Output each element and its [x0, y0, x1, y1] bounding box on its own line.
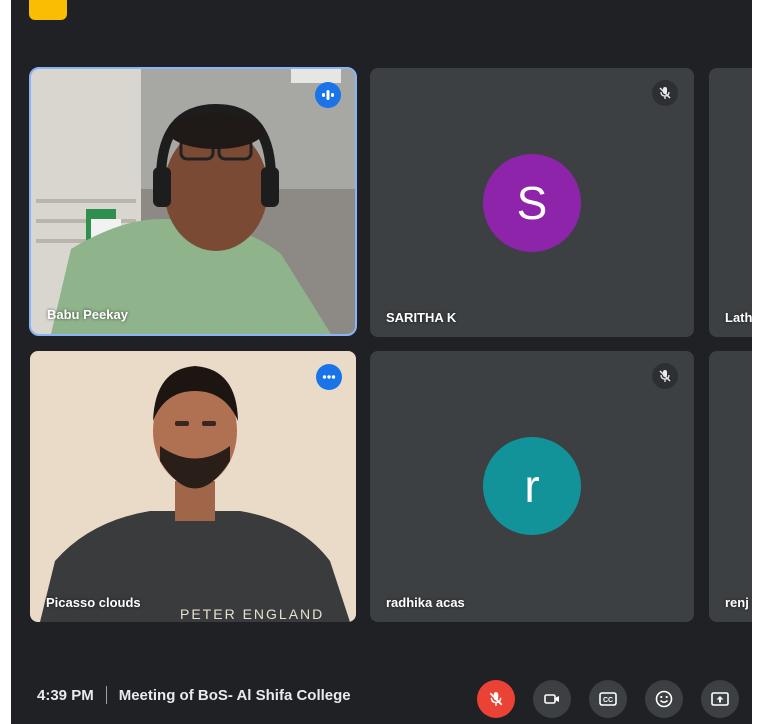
smiley-icon — [655, 690, 673, 708]
video-camera-icon — [544, 694, 559, 704]
present-button[interactable] — [701, 680, 739, 718]
divider — [105, 686, 107, 704]
video-feed: PETER ENGLAND — [30, 351, 356, 622]
participant-tile-lath[interactable]: Lath — [709, 68, 752, 337]
participant-tile-renj[interactable]: renj — [709, 351, 752, 622]
mic-off-icon — [652, 80, 678, 106]
speaking-indicator-icon — [316, 364, 342, 390]
participant-tile-radhika[interactable]: r radhika acas — [370, 351, 694, 622]
participant-tile-saritha[interactable]: S SARITHA K — [370, 68, 694, 337]
participant-name: Lath — [725, 310, 752, 325]
participant-name: renj — [725, 595, 749, 610]
meeting-title: Meeting of BoS- Al Shifa College — [118, 686, 351, 704]
mic-off-button[interactable] — [477, 680, 515, 718]
svg-text:CC: CC — [603, 697, 613, 704]
captions-button[interactable]: CC — [589, 680, 627, 718]
avatar: S — [483, 154, 581, 252]
clock-time: 4:39 PM — [37, 686, 94, 704]
participant-name: Picasso clouds — [46, 595, 141, 610]
closed-captions-icon: CC — [599, 692, 617, 706]
video-feed — [31, 69, 355, 334]
activity-badge[interactable] — [29, 0, 67, 20]
avatar: r — [483, 437, 581, 535]
present-screen-icon — [711, 692, 729, 706]
participant-name: Babu Peekay — [47, 307, 128, 322]
mic-off-icon — [652, 363, 678, 389]
mic-off-icon — [489, 692, 503, 706]
camera-button[interactable] — [533, 680, 571, 718]
meet-window: Babu Peekay S SARITHA K Lath PETER ENGLA… — [11, 0, 752, 724]
speaking-indicator-icon — [315, 82, 341, 108]
participant-tile-picasso[interactable]: PETER ENGLAND Picasso clouds — [30, 351, 356, 622]
bottom-control-bar: 4:39 PM Meeting of BoS- Al Shifa College… — [11, 666, 752, 724]
participant-tile-babu[interactable]: Babu Peekay — [29, 67, 357, 336]
shirt-print-text: PETER ENGLAND — [180, 606, 324, 622]
reactions-button[interactable] — [645, 680, 683, 718]
participant-name: radhika acas — [386, 595, 465, 610]
participant-name: SARITHA K — [386, 310, 457, 325]
